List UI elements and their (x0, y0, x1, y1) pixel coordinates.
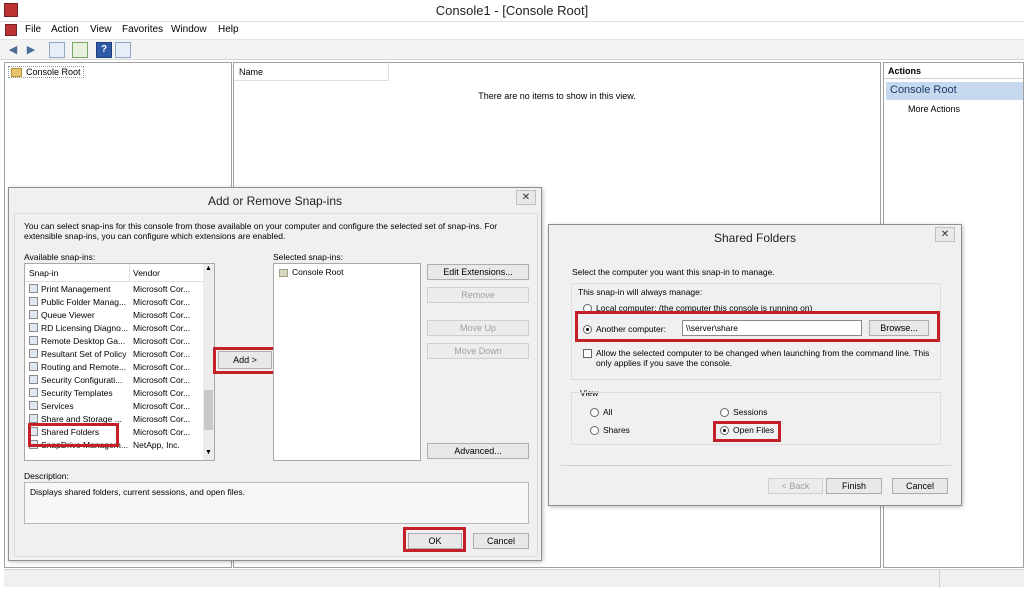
scroll-up-icon[interactable]: ▲ (205, 265, 212, 272)
close-icon[interactable]: ✕ (516, 190, 536, 205)
cancel-button[interactable]: Cancel (473, 533, 529, 549)
highlight-ok-button (403, 527, 466, 552)
allow-change-label: Allow the selected computer to be change… (596, 348, 930, 368)
list-item[interactable]: RD Licensing Diagno... Microsoft Cor... (25, 322, 203, 335)
title-bar: Console1 - [Console Root] (0, 0, 1024, 22)
printer-icon (29, 284, 38, 293)
console-icon[interactable] (5, 24, 17, 36)
back-arrow-icon[interactable]: ◀ (6, 43, 20, 57)
description-box: Displays shared folders, current session… (24, 482, 529, 524)
menu-help[interactable]: Help (218, 24, 239, 35)
available-label: Available snap-ins: (24, 252, 96, 262)
highlight-open-files (713, 421, 781, 442)
status-divider (939, 570, 940, 588)
back-button[interactable]: < Back (768, 478, 823, 494)
view-all-radio[interactable] (590, 408, 599, 417)
menu-window[interactable]: Window (171, 24, 207, 35)
column-header-name[interactable]: Name (234, 63, 389, 81)
list-item[interactable]: Routing and Remote... Microsoft Cor... (25, 361, 203, 374)
view-all-label: All (603, 407, 613, 417)
prompt-text: Select the computer you want this snap-i… (572, 267, 775, 277)
security-icon (29, 375, 38, 384)
column-divider (129, 264, 130, 282)
finish-button[interactable]: Finish (826, 478, 882, 494)
forward-arrow-icon[interactable]: ▶ (24, 43, 38, 57)
folder-icon (29, 336, 38, 345)
highlight-shared-folders (28, 423, 119, 447)
move-down-button[interactable]: Move Down (427, 343, 529, 359)
view-shares-radio[interactable] (590, 426, 599, 435)
dialog-title: Add or Remove Snap-ins (9, 188, 541, 214)
storage-icon (29, 414, 38, 423)
view-shares-label: Shares (603, 425, 630, 435)
view-sessions-label: Sessions (733, 407, 768, 417)
empty-message: There are no items to show in this view. (478, 91, 636, 101)
allow-change-checkbox[interactable] (583, 349, 592, 358)
add-remove-snapins-dialog: Add or Remove Snap-ins ✕ You can select … (8, 187, 542, 561)
licensing-icon (29, 323, 38, 332)
folder-icon (29, 297, 38, 306)
show-hide-tree-icon[interactable] (49, 42, 65, 58)
dialog-title: Shared Folders (549, 225, 961, 251)
close-icon[interactable]: ✕ (935, 227, 955, 242)
help-icon[interactable]: ? (96, 42, 112, 58)
tree-node-console-root[interactable]: Console Root (8, 66, 84, 79)
footer-divider (561, 465, 951, 466)
highlight-another-computer (575, 311, 940, 342)
window-title: Console1 - [Console Root] (435, 3, 589, 18)
export-list-icon[interactable] (72, 42, 88, 58)
routing-icon (29, 362, 38, 371)
column-header-snapin[interactable]: Snap-in (29, 268, 58, 278)
folder-icon (11, 68, 22, 78)
list-item[interactable]: Print Management Microsoft Cor... (25, 283, 203, 296)
description-label: Description: (24, 471, 69, 481)
actions-header: Actions (884, 63, 1023, 79)
intro-text: You can select snap-ins for this console… (24, 221, 498, 241)
list-header: Snap-in Vendor (25, 264, 203, 282)
gear-icon (29, 401, 38, 410)
policy-icon (29, 349, 38, 358)
remove-button[interactable]: Remove (427, 287, 529, 303)
menu-favorites[interactable]: Favorites (122, 24, 163, 35)
scroll-thumb[interactable] (204, 390, 213, 430)
list-item[interactable]: Remote Desktop Ga... Microsoft Cor... (25, 335, 203, 348)
highlight-add-button (213, 347, 277, 374)
cancel-button[interactable]: Cancel (892, 478, 948, 494)
list-item[interactable]: Public Folder Manag... Microsoft Cor... (25, 296, 203, 309)
template-icon (29, 388, 38, 397)
menu-file[interactable]: File (25, 24, 41, 35)
actions-section-console-root[interactable]: Console Root (886, 82, 1023, 100)
menu-bar: File Action View Favorites Window Help (0, 22, 1024, 39)
list-item[interactable]: Resultant Set of Policy Microsoft Cor... (25, 348, 203, 361)
queue-icon (29, 310, 38, 319)
selected-item-console-root[interactable]: Console Root (279, 267, 344, 277)
dialog-body: You can select snap-ins for this console… (14, 213, 538, 557)
toolbar: ◀ ▶ ? (0, 39, 1024, 60)
menu-action[interactable]: Action (51, 24, 79, 35)
status-bar (4, 569, 1024, 588)
list-item[interactable]: Security Templates Microsoft Cor... (25, 387, 203, 400)
more-actions-link[interactable]: More Actions (908, 104, 960, 114)
show-hide-action-pane-icon[interactable] (115, 42, 131, 58)
selected-snapins-list[interactable]: Console Root (273, 263, 421, 461)
list-item[interactable]: Security Configurati... Microsoft Cor... (25, 374, 203, 387)
manage-group-label: This snap-in will always manage: (578, 287, 703, 297)
menu-view[interactable]: View (90, 24, 112, 35)
scroll-down-icon[interactable]: ▼ (205, 449, 212, 456)
edit-extensions-button[interactable]: Edit Extensions... (427, 264, 529, 280)
selected-label: Selected snap-ins: (273, 252, 343, 262)
advanced-button[interactable]: Advanced... (427, 443, 529, 459)
view-sessions-radio[interactable] (720, 408, 729, 417)
list-item[interactable]: Services Microsoft Cor... (25, 400, 203, 413)
tree-node-label: Console Root (26, 67, 81, 77)
move-up-button[interactable]: Move Up (427, 320, 529, 336)
list-item[interactable]: Queue Viewer Microsoft Cor... (25, 309, 203, 322)
folder-icon (279, 268, 288, 277)
column-header-vendor[interactable]: Vendor (133, 268, 160, 278)
shared-folders-dialog: Shared Folders ✕ Select the computer you… (548, 224, 962, 506)
